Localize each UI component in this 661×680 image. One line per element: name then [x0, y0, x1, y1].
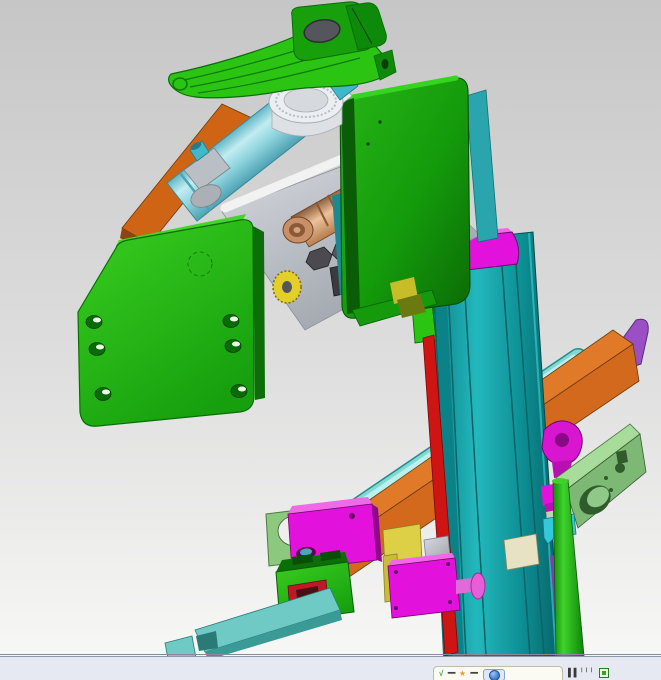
timing-gear[interactable] — [272, 270, 302, 304]
ime-globe-button[interactable] — [483, 669, 506, 680]
ime-check-icon[interactable]: √ — [439, 669, 443, 678]
tray-square-icon[interactable] — [598, 668, 609, 678]
block-cream[interactable] — [503, 533, 540, 571]
globe-icon — [488, 669, 500, 680]
ime-tray-area[interactable]: ▌▌╵╵╵ — [568, 668, 609, 678]
cad-window: ▪▪▪▪▪▪▪▪ — [0, 0, 661, 680]
mini-actuator[interactable] — [387, 553, 461, 619]
ime-item2-label[interactable]: ▪▪▪▪▪ — [470, 669, 478, 678]
3d-viewport[interactable]: ▪▪▪▪▪▪▪▪ — [0, 0, 661, 656]
ime-star-icon[interactable]: ★ — [459, 669, 466, 678]
ime-mode-glyphs[interactable]: ▌▌╵╵╵ — [568, 668, 594, 677]
ime-item1-label[interactable]: ▪▪▪▪▪ — [447, 669, 455, 678]
ime-popup[interactable]: √ ▪▪▪▪▪ ★ ▪▪▪▪▪ — [433, 666, 563, 680]
